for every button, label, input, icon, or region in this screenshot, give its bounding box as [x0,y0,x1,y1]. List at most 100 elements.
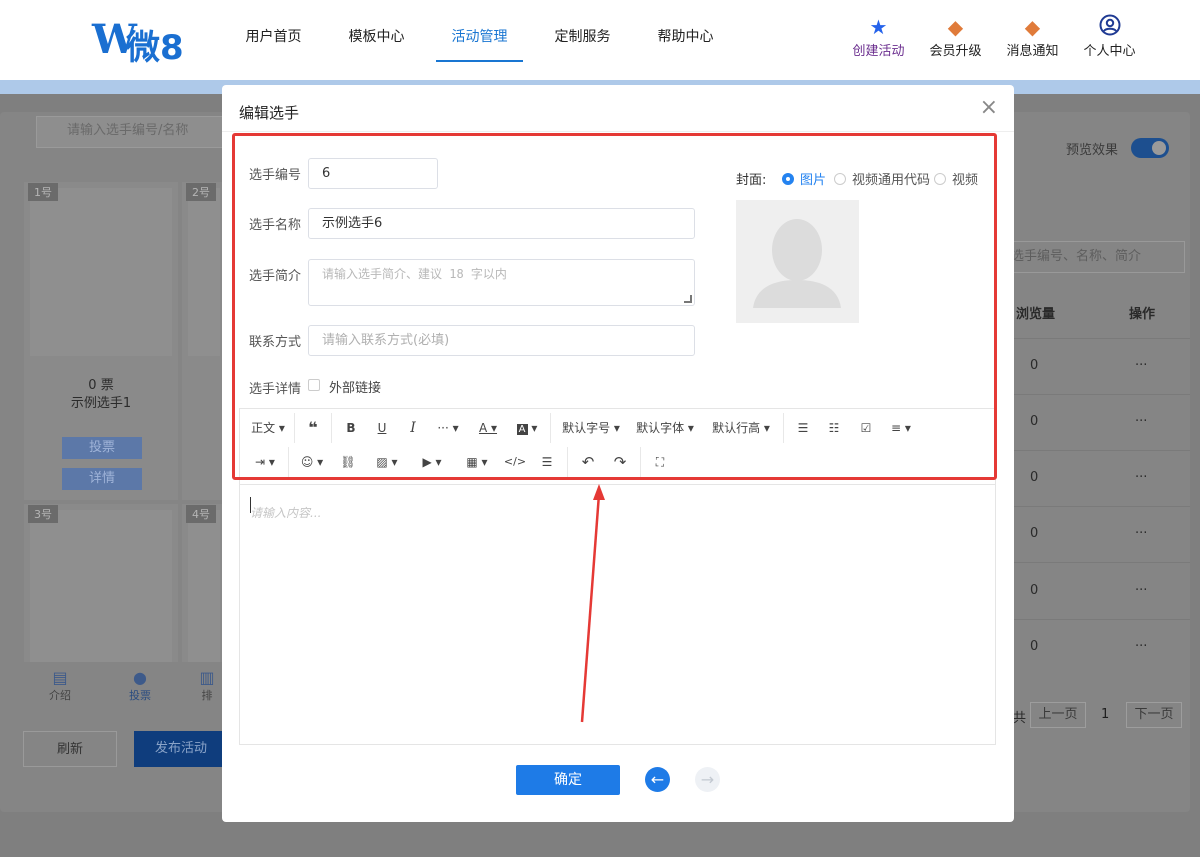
contestant-name-input[interactable]: 示例选手6 [308,208,695,239]
toolbar-separator [567,447,568,477]
bottom-tab-intro[interactable]: ▤ 介绍 [35,668,85,703]
indent-icon[interactable]: ⇥ ▾ [246,448,284,476]
notifications-button[interactable]: ◆ 消息通知 [994,14,1071,59]
font-family-dropdown[interactable]: 默认字体 ▾ [627,414,703,442]
line-height-dropdown[interactable]: 默认行高 ▾ [703,414,779,442]
create-activity-label: 创建活动 [852,44,905,59]
align-icon[interactable]: ≡ ▾ [882,414,920,442]
external-link-label: 外部链接 [329,381,382,396]
contestant-intro-textarea[interactable]: 请输入选手简介、建议 18 字以内 [308,259,695,306]
code-icon[interactable]: </> [499,448,531,476]
row-action-menu[interactable]: ··· [1135,639,1147,654]
ordered-list-icon[interactable]: ☷ [818,414,850,442]
line-height-value: 默认行高 [712,421,761,435]
pagination-prev-button[interactable]: 上一页 [1030,702,1086,728]
nav-item-custom-service[interactable]: 定制服务 [531,0,634,80]
more-styles-icon[interactable]: ··· ▾ [428,414,468,442]
background-color-icon[interactable]: A ▾ [508,414,546,442]
bottom-tab-rank[interactable]: ▥ 排 [192,668,222,703]
redo-icon[interactable]: ↷ [604,448,636,476]
close-icon[interactable]: × [980,95,998,120]
pagination-next-button[interactable]: 下一页 [1126,702,1182,728]
bell-badge-icon: ◆ [1024,15,1041,39]
member-upgrade-label: 会员升级 [929,44,982,59]
row-views: 0 [1030,583,1039,598]
cover-option-image[interactable]: 图片 [782,169,826,188]
bullet-list-icon[interactable]: ☰ [788,414,818,442]
todo-checkbox-icon[interactable]: ☑ [850,414,882,442]
confirm-button[interactable]: 确定 [516,765,620,795]
undo-icon[interactable]: ↶ [572,448,604,476]
toolbar-separator [783,413,784,443]
bold-icon[interactable]: B [336,414,366,442]
vote-button[interactable]: 投票 [62,437,142,459]
font-size-dropdown[interactable]: 默认字号 ▾ [555,414,627,442]
arrow-right-icon[interactable]: → [695,767,720,792]
user-menu: ★ 创建活动 ◆ 会员升级 ◆ 消息通知 个人中心 [840,14,1148,59]
publish-activity-button[interactable]: 发布活动 [134,731,228,767]
site-logo[interactable]: W 微8 [92,14,192,68]
profile-button[interactable]: 个人中心 [1071,14,1148,59]
member-upgrade-button[interactable]: ◆ 会员升级 [917,14,994,59]
bottom-tab-vote[interactable]: ● 投票 [115,668,165,703]
contestant-photo [188,188,220,356]
contestant-card[interactable] [24,504,178,662]
bottom-tab-intro-label: 介绍 [49,689,71,702]
contestant-tag: 4号 [186,505,216,523]
profile-label: 个人中心 [1083,44,1136,59]
row-views: 0 [1030,470,1039,485]
nav-item-activity-management[interactable]: 活动管理 [428,0,531,80]
contestant-votes: 0 票 [88,378,114,393]
detail-button[interactable]: 详情 [62,468,142,490]
contestant-number-input[interactable]: 6 [308,158,438,189]
contact-input[interactable]: 请输入联系方式(必填) [308,325,695,356]
create-activity-button[interactable]: ★ 创建活动 [840,14,917,59]
row-action-menu[interactable]: ··· [1135,358,1147,373]
preview-toggle[interactable] [1131,138,1169,158]
cover-image-upload[interactable] [736,200,859,323]
video-icon[interactable]: ▶ ▾ [409,448,455,476]
cover-option-video-label: 视频 [952,173,979,188]
logo-text: 微8 [126,28,184,68]
resize-handle-icon[interactable] [684,295,692,303]
arrow-left-icon[interactable]: ← [645,767,670,792]
column-header-action: 操作 [1129,307,1156,322]
row-action-menu[interactable]: ··· [1135,526,1147,541]
contestant-tag: 2号 [186,183,216,201]
table-icon[interactable]: ▦ ▾ [455,448,499,476]
rich-text-editor[interactable]: 请输入内容... [239,484,996,745]
row-action-menu[interactable]: ··· [1135,470,1147,485]
row-views: 0 [1030,639,1039,654]
edit-contestant-dialog: 编辑选手 × 选手编号 6 选手名称 示例选手6 选手简介 请输入选手简介、建议… [222,85,1014,822]
avatar-placeholder-icon [753,219,841,308]
heading-dropdown[interactable]: 正文 ▾ [246,414,290,442]
cover-option-video[interactable]: 视频 [934,169,978,188]
background-search-input[interactable]: 请输入选手编号/名称 [36,116,226,148]
divider-icon[interactable]: ☰ [531,448,563,476]
link-icon[interactable]: ⛓ [331,448,365,476]
bottom-tab-vote-label: 投票 [129,689,151,702]
refresh-button[interactable]: 刷新 [23,731,117,767]
fullscreen-icon[interactable]: ⛶ [645,448,675,476]
blockquote-icon[interactable]: ❝ [299,414,327,442]
image-icon[interactable]: ▨ ▾ [365,448,409,476]
nav-item-help[interactable]: 帮助中心 [634,0,737,80]
underline-icon[interactable]: U [366,414,398,442]
contestant-tag: 3号 [28,505,58,523]
emoji-icon[interactable]: ☺ ▾ [293,448,331,476]
italic-icon[interactable]: I [398,414,428,442]
row-action-menu[interactable]: ··· [1135,583,1147,598]
contestant-card[interactable] [182,504,226,662]
contestant-photo [30,188,172,356]
contestant-card[interactable] [182,182,226,500]
font-color-icon[interactable]: A ▾ [468,414,508,442]
nav-item-templates[interactable]: 模板中心 [325,0,428,80]
nav-item-home[interactable]: 用户首页 [222,0,325,80]
pagination-current-page[interactable]: 1 [1101,707,1109,722]
bottom-tab-rank-label: 排 [201,689,213,702]
right-search-input[interactable]: 选手编号、名称、简介 [1000,241,1185,273]
row-action-menu[interactable]: ··· [1135,414,1147,429]
cover-option-image-label: 图片 [800,173,827,188]
external-link-checkbox[interactable] [308,379,320,391]
cover-option-video-code[interactable]: 视频通用代码 [834,169,930,188]
